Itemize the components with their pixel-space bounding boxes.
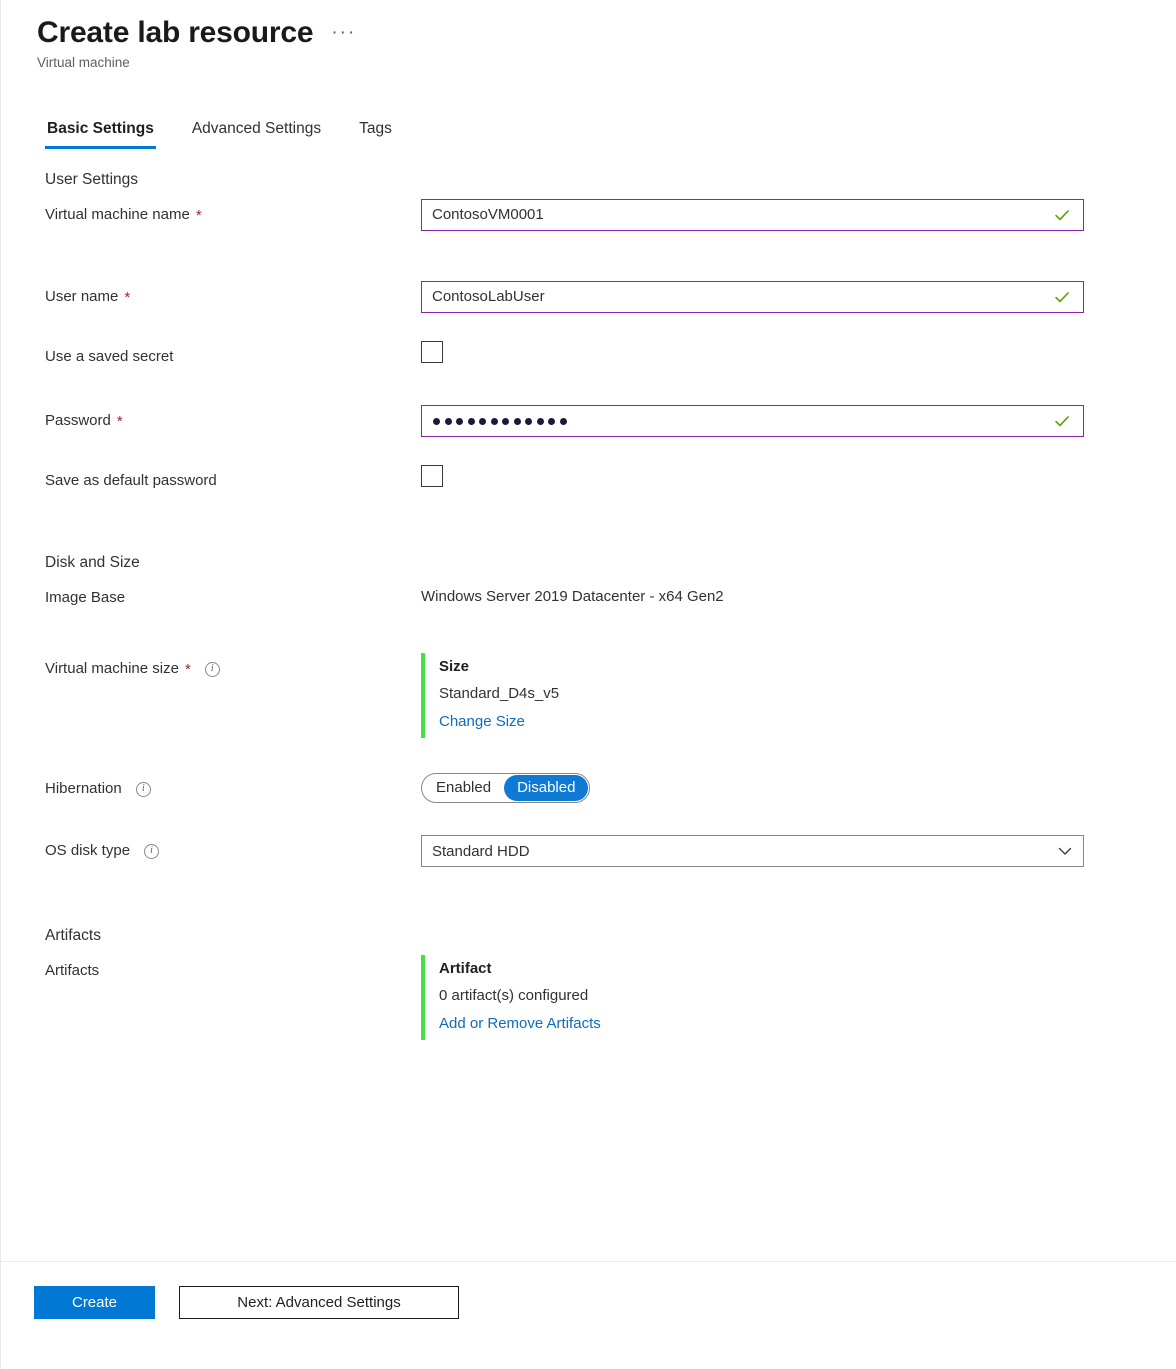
use-saved-secret-checkbox[interactable] <box>421 341 443 363</box>
image-base-value: Windows Server 2019 Datacenter - x64 Gen… <box>421 588 724 605</box>
label-os-disk-type: OS disk type <box>45 842 131 859</box>
control-image-base: Windows Server 2019 Datacenter - x64 Gen… <box>421 582 1176 608</box>
title-row: Create lab resource ··· <box>37 14 1176 52</box>
control-use-saved-secret <box>421 341 1176 363</box>
label-save-default-password-cell: Save as default password <box>45 465 421 492</box>
label-os-disk-type-cell: OS disk type i <box>45 835 421 862</box>
control-artifacts: Artifact 0 artifact(s) configured Add or… <box>421 955 1176 1040</box>
field-row-image-base: Image Base Windows Server 2019 Datacente… <box>1 582 1176 616</box>
next-advanced-settings-button[interactable]: Next: Advanced Settings <box>179 1286 459 1319</box>
vm-name-value: ContosoVM0001 <box>432 206 544 223</box>
control-user-name: ContosoLabUser <box>421 281 1176 313</box>
save-default-password-checkbox[interactable] <box>421 465 443 487</box>
label-use-saved-secret-cell: Use a saved secret <box>45 341 421 368</box>
label-artifacts: Artifacts <box>45 962 100 979</box>
section-heading-artifacts: Artifacts <box>45 927 101 944</box>
valid-check-icon <box>1055 210 1069 221</box>
label-hibernation: Hibernation <box>45 780 122 797</box>
label-vm-size-cell: Virtual machine size * i <box>45 653 421 680</box>
os-disk-type-select[interactable]: Standard HDD <box>421 835 1084 867</box>
field-row-user-name: User name * ContosoLabUser <box>1 281 1176 315</box>
tab-tags[interactable]: Tags <box>357 118 394 149</box>
label-image-base-cell: Image Base <box>45 582 421 609</box>
label-password-cell: Password * <box>45 405 421 432</box>
label-vm-name-cell: Virtual machine name * <box>45 199 421 226</box>
required-indicator: * <box>195 206 202 224</box>
label-image-base: Image Base <box>45 589 126 606</box>
field-row-use-saved-secret: Use a saved secret <box>1 341 1176 375</box>
control-vm-size: Size Standard_D4s_v5 Change Size <box>421 653 1176 738</box>
artifacts-callout-title: Artifact <box>439 960 492 977</box>
label-hibernation-cell: Hibernation i <box>45 773 421 800</box>
page-title: Create lab resource <box>37 16 314 49</box>
label-user-name-cell: User name * <box>45 281 421 308</box>
control-os-disk-type: Standard HDD <box>421 835 1176 867</box>
label-use-saved-secret: Use a saved secret <box>45 348 174 365</box>
info-icon[interactable]: i <box>135 781 151 797</box>
required-indicator: * <box>116 412 123 430</box>
section-heading-user-settings: User Settings <box>45 171 139 188</box>
password-input[interactable] <box>421 405 1084 437</box>
valid-check-icon <box>1055 292 1069 303</box>
hibernation-option-enabled[interactable]: Enabled <box>423 775 504 801</box>
valid-check-icon <box>1055 416 1069 427</box>
field-row-os-disk-type: OS disk type i Standard HDD <box>1 835 1176 869</box>
label-password: Password <box>45 412 111 429</box>
change-size-link[interactable]: Change Size <box>439 708 525 736</box>
field-row-artifacts: Artifacts Artifact 0 artifact(s) configu… <box>1 955 1176 1040</box>
label-vm-name: Virtual machine name <box>45 206 190 223</box>
control-save-default-password <box>421 465 1176 487</box>
user-name-input[interactable]: ContosoLabUser <box>421 281 1084 313</box>
blade-subtitle: Virtual machine <box>37 55 130 70</box>
label-vm-size: Virtual machine size <box>45 660 179 677</box>
required-indicator: * <box>184 660 191 678</box>
chevron-down-icon <box>1058 847 1072 855</box>
vm-size-callout-value: Standard_D4s_v5 <box>439 685 560 702</box>
label-artifacts-cell: Artifacts <box>45 955 421 982</box>
blade-header: Create lab resource ··· Virtual machine <box>1 0 1176 72</box>
os-disk-type-value: Standard HDD <box>432 842 530 860</box>
field-row-password: Password * <box>1 405 1176 439</box>
vm-name-input[interactable]: ContosoVM0001 <box>421 199 1084 231</box>
label-save-default-password: Save as default password <box>45 472 217 489</box>
artifacts-callout-value: 0 artifact(s) configured <box>439 987 589 1004</box>
field-row-vm-name: Virtual machine name * ContosoVM0001 <box>1 199 1176 233</box>
field-row-vm-size: Virtual machine size * i Size Standard_D… <box>1 653 1176 738</box>
vm-size-callout: Size Standard_D4s_v5 Change Size <box>421 653 1176 738</box>
tab-advanced-settings[interactable]: Advanced Settings <box>190 118 323 149</box>
hibernation-toggle-group: Enabled Disabled <box>421 773 591 803</box>
form-body: User Settings Virtual machine name * Con… <box>1 149 1176 1261</box>
control-vm-name: ContosoVM0001 <box>421 199 1176 231</box>
add-or-remove-artifacts-link[interactable]: Add or Remove Artifacts <box>439 1010 601 1038</box>
info-icon[interactable]: i <box>144 843 160 859</box>
field-row-hibernation: Hibernation i Enabled Disabled <box>1 773 1176 807</box>
user-name-value: ContosoLabUser <box>432 288 545 305</box>
vm-size-callout-title: Size <box>439 658 470 675</box>
password-masked-value <box>432 417 1053 425</box>
create-lab-resource-blade: Create lab resource ··· Virtual machine … <box>0 0 1176 1369</box>
create-button[interactable]: Create <box>34 1286 155 1319</box>
tab-list: Basic Settings Advanced Settings Tags <box>45 118 1176 149</box>
control-password <box>421 405 1176 437</box>
field-row-save-default-password: Save as default password <box>1 465 1176 499</box>
blade-footer: Create Next: Advanced Settings <box>1 1261 1176 1369</box>
more-options-icon[interactable]: ··· <box>329 14 358 52</box>
section-heading-disk-and-size: Disk and Size <box>45 554 140 571</box>
artifacts-callout: Artifact 0 artifact(s) configured Add or… <box>421 955 1176 1040</box>
tab-basic-settings[interactable]: Basic Settings <box>45 118 156 149</box>
info-icon[interactable]: i <box>204 661 220 677</box>
required-indicator: * <box>124 288 131 306</box>
control-hibernation: Enabled Disabled <box>421 773 1176 803</box>
label-user-name: User name <box>45 288 119 305</box>
hibernation-option-disabled[interactable]: Disabled <box>504 775 589 801</box>
